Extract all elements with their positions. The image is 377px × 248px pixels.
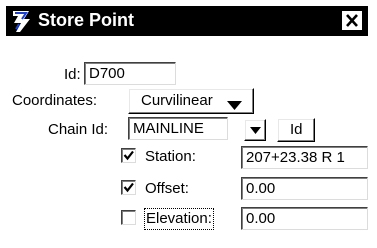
chain-id-id-button[interactable]: Id [277,118,315,142]
checkmark-icon [123,182,134,193]
chain-id-input[interactable]: MAINLINE [128,117,228,140]
chain-id-label: Chain Id: [48,121,109,138]
title-bar[interactable]: Store Point [6,6,368,36]
bentley-b-icon [10,8,36,34]
coordinates-selected-value: Curvilinear [141,92,213,109]
chain-id-dropdown-button[interactable] [244,119,266,141]
id-input[interactable]: D700 [84,62,176,85]
station-input[interactable]: 207+23.38 R 1 [241,146,368,169]
dropdown-arrow-icon [227,97,242,114]
store-point-dialog: Store Point Id: D700 Coordinates: Curvil… [0,0,377,248]
dropdown-arrow-icon [250,127,261,134]
offset-input[interactable]: 0.00 [241,177,368,200]
elevation-checkbox[interactable] [121,210,136,225]
window-title: Store Point [38,10,135,30]
coordinates-label: Coordinates: [12,92,98,109]
id-label: Id: [64,66,81,83]
offset-label: Offset: [145,180,189,197]
station-checkbox[interactable] [121,148,136,163]
elevation-label: Elevation: [144,208,214,230]
checkmark-icon [123,150,134,161]
id-button-label: Id [290,121,303,138]
close-x-icon [346,14,358,27]
station-label: Station: [145,148,196,165]
offset-checkbox[interactable] [121,180,136,195]
coordinates-option-button[interactable]: Curvilinear [128,88,254,114]
close-button[interactable] [341,10,363,31]
elevation-input[interactable]: 0.00 [241,207,368,230]
